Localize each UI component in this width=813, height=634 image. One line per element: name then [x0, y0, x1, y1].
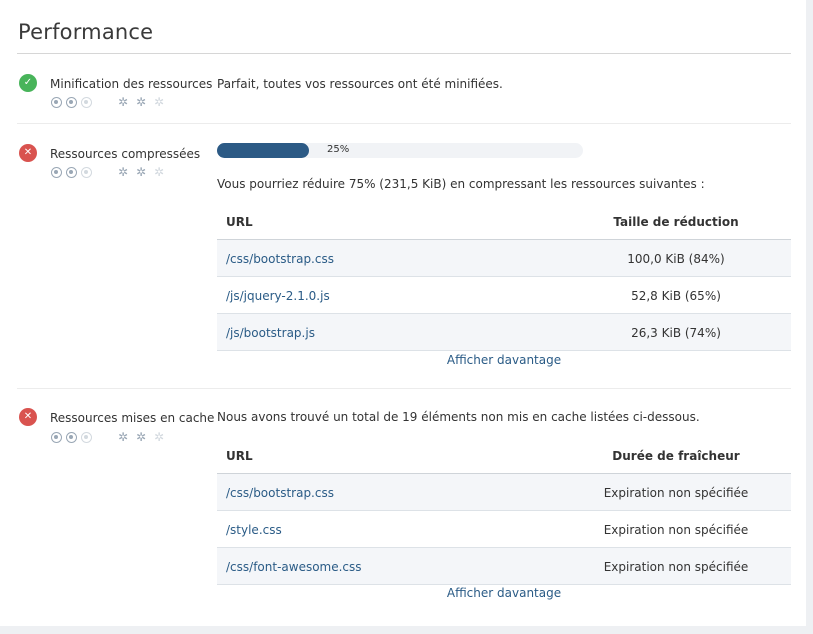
- table-row: /js/jquery-2.1.0.js 52,8 KiB (65%): [217, 277, 791, 314]
- resource-link[interactable]: /style.css: [226, 523, 282, 537]
- performance-panel: Performance ✓ Minification des ressource…: [0, 0, 806, 626]
- title-divider: [17, 53, 791, 54]
- resource-link[interactable]: /css/bootstrap.css: [226, 252, 334, 266]
- check-icon: ✓: [19, 74, 37, 92]
- rule-description: Parfait, toutes vos ressources ont été m…: [217, 77, 503, 91]
- target-icon: [66, 432, 77, 443]
- gear-icon: ✲: [135, 165, 147, 179]
- gear-icon: ✲: [153, 95, 165, 109]
- gear-icon: ✲: [117, 165, 129, 179]
- freshness-duration: Expiration non spécifiée: [603, 560, 749, 574]
- impact-meter: ✲ ✲ ✲: [51, 165, 170, 179]
- gear-icon: ✲: [117, 95, 129, 109]
- section-title: Performance: [18, 20, 154, 44]
- target-icon: [81, 167, 92, 178]
- cross-icon: ✕: [19, 144, 37, 162]
- rule-description: Vous pourriez réduire 75% (231,5 KiB) en…: [217, 177, 705, 191]
- gear-icon: ✲: [153, 165, 165, 179]
- gear-icon: ✲: [135, 430, 147, 444]
- reduction-size: 100,0 KiB (84%): [627, 252, 725, 266]
- target-icon: [81, 432, 92, 443]
- caching-table: URL Durée de fraîcheur /css/bootstrap.cs…: [217, 437, 791, 585]
- gear-icon: ✲: [135, 95, 147, 109]
- freshness-duration: Expiration non spécifiée: [603, 523, 749, 537]
- table-row: /css/bootstrap.css Expiration non spécif…: [217, 474, 791, 511]
- rule-description: Nous avons trouvé un total de 19 élément…: [217, 410, 700, 424]
- rule-name-caching: Ressources mises en cache: [50, 411, 215, 425]
- show-more-link[interactable]: Afficher davantage: [217, 353, 791, 367]
- table-header: URL Durée de fraîcheur: [217, 437, 791, 474]
- rule-divider: [17, 123, 791, 124]
- table-row: /css/font-awesome.css Expiration non spé…: [217, 548, 791, 585]
- resource-link[interactable]: /css/font-awesome.css: [226, 560, 362, 574]
- column-header-value: Durée de fraîcheur: [612, 449, 740, 463]
- rule-name-compression: Ressources compressées: [50, 147, 201, 161]
- reduction-size: 26,3 KiB (74%): [631, 326, 721, 340]
- show-more-link[interactable]: Afficher davantage: [217, 586, 791, 600]
- gear-icon: ✲: [117, 430, 129, 444]
- gear-icon: ✲: [153, 430, 165, 444]
- impact-meter: ✲ ✲ ✲: [51, 95, 170, 109]
- column-header-url: URL: [226, 215, 253, 229]
- column-header-url: URL: [226, 449, 253, 463]
- progress-fill: [217, 143, 309, 158]
- rule-name-minification: Minification des ressources: [50, 77, 213, 91]
- resource-link[interactable]: /js/bootstrap.js: [226, 326, 315, 340]
- cross-icon: ✕: [19, 408, 37, 426]
- compression-progress-bar: 25%: [217, 143, 583, 158]
- target-icon: [66, 97, 77, 108]
- target-icon: [51, 97, 62, 108]
- target-icon: [81, 97, 92, 108]
- resource-link[interactable]: /js/jquery-2.1.0.js: [226, 289, 330, 303]
- freshness-duration: Expiration non spécifiée: [603, 486, 749, 500]
- table-row: /js/bootstrap.js 26,3 KiB (74%): [217, 314, 791, 351]
- impact-meter: ✲ ✲ ✲: [51, 430, 170, 444]
- table-header: URL Taille de réduction: [217, 203, 791, 240]
- target-icon: [51, 167, 62, 178]
- compression-table: URL Taille de réduction /css/bootstrap.c…: [217, 203, 791, 351]
- target-icon: [66, 167, 77, 178]
- rule-divider: [17, 388, 791, 389]
- column-header-value: Taille de réduction: [613, 215, 739, 229]
- table-row: /css/bootstrap.css 100,0 KiB (84%): [217, 240, 791, 277]
- resource-link[interactable]: /css/bootstrap.css: [226, 486, 334, 500]
- table-row: /style.css Expiration non spécifiée: [217, 511, 791, 548]
- reduction-size: 52,8 KiB (65%): [631, 289, 721, 303]
- target-icon: [51, 432, 62, 443]
- progress-label: 25%: [327, 144, 350, 155]
